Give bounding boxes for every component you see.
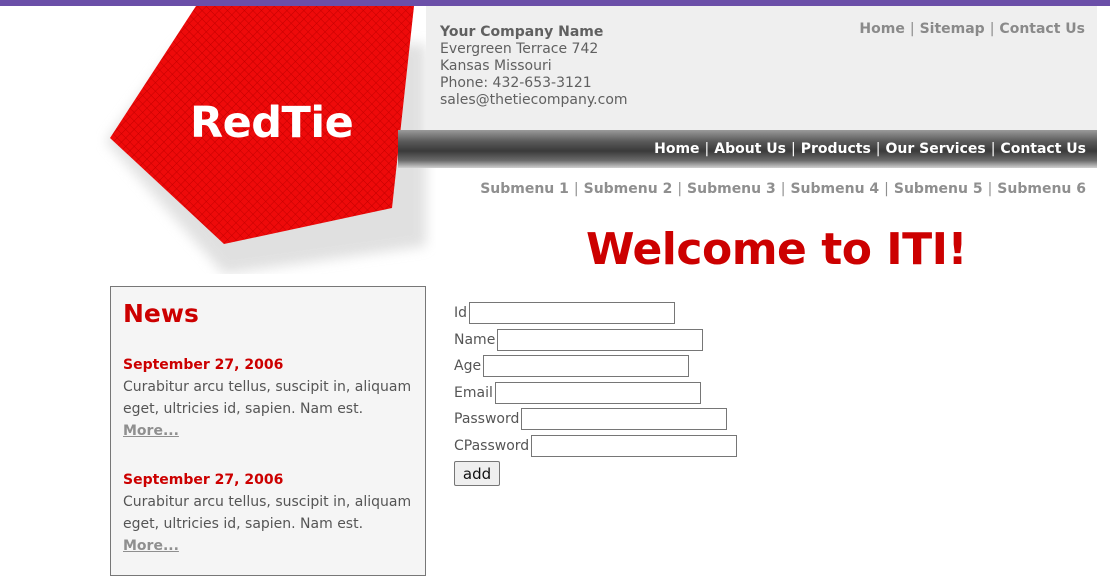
form-row-age: Age (454, 353, 737, 380)
top-link-home[interactable]: Home (859, 21, 904, 37)
news-date: September 27, 2006 (123, 472, 284, 488)
main-nav: Home | About Us | Products | Our Services | Cont… (654, 141, 1086, 157)
company-address-line2: Kansas Missouri (440, 58, 552, 74)
company-address-line1: Evergreen Terrace 742 (440, 41, 599, 57)
form-row-email: Email (454, 380, 737, 407)
nav-about-us[interactable]: About Us (714, 141, 786, 157)
company-info: Your Company Name Evergreen Terrace 742 … (440, 24, 628, 109)
nav-our-services[interactable]: Our Services (886, 141, 986, 157)
company-name: Your Company Name (440, 24, 604, 40)
age-label: Age (454, 358, 482, 375)
top-link-contact-us[interactable]: Contact Us (999, 21, 1085, 37)
news-box: News September 27, 2006 Curabitur arcu t… (110, 286, 426, 576)
form-row-password: Password (454, 406, 737, 433)
password-label: Password (454, 411, 520, 428)
id-field[interactable] (469, 302, 676, 325)
email-field[interactable] (494, 381, 701, 404)
news-date: September 27, 2006 (123, 357, 284, 373)
news-item: September 27, 2006 Curabitur arcu tellus… (123, 470, 421, 557)
submenu-item-3[interactable]: Submenu 3 (687, 181, 776, 197)
id-label: Id (454, 305, 468, 322)
age-field[interactable] (483, 355, 690, 378)
separator: | (990, 141, 996, 157)
submenu: Submenu 1 | Submenu 2 | Submenu 3 | Submenu 4 |… (480, 181, 1086, 197)
top-links: Home | Sitemap | Contact Us (859, 21, 1085, 37)
news-more-link[interactable]: More... (123, 535, 421, 557)
nav-contact-us[interactable]: Contact Us (1000, 141, 1086, 157)
registration-form: Id Name Age Email Password CPassword add (454, 300, 738, 486)
submenu-item-1[interactable]: Submenu 1 (480, 181, 569, 197)
form-row-name: Name (454, 327, 737, 354)
news-item: September 27, 2006 Curabitur arcu tellus… (123, 355, 421, 442)
form-row-id: Id (454, 300, 737, 327)
submenu-item-5[interactable]: Submenu 5 (894, 181, 983, 197)
nav-products[interactable]: Products (801, 141, 871, 157)
separator: | (884, 181, 889, 197)
name-label: Name (454, 331, 496, 348)
news-title: News (123, 299, 199, 328)
news-more-link[interactable]: More... (123, 420, 421, 442)
confirm-password-field[interactable] (531, 434, 738, 457)
separator: | (987, 181, 993, 197)
separator: | (573, 181, 579, 197)
password-field[interactable] (521, 408, 728, 431)
form-row-cpassword: CPassword (454, 433, 738, 460)
email-label: Email (454, 384, 493, 401)
news-body: Curabitur arcu tellus, suscipit in, aliq… (123, 494, 412, 532)
news-body: Curabitur arcu tellus, suscipit in, aliq… (123, 379, 412, 417)
name-field[interactable] (497, 328, 704, 351)
company-phone: Phone: 432-653-3121 (440, 75, 592, 91)
separator: | (780, 181, 786, 197)
submenu-item-6[interactable]: Submenu 6 (997, 181, 1086, 197)
separator: | (875, 141, 881, 157)
submenu-item-4[interactable]: Submenu 4 (790, 181, 879, 197)
separator: | (909, 21, 915, 37)
page-title: Welcome to ITI! (586, 224, 968, 275)
separator: | (704, 141, 710, 157)
logo[interactable]: RedTie (96, 6, 436, 274)
add-button[interactable]: add (454, 461, 500, 486)
confirm-password-label: CPassword (454, 437, 530, 454)
logo-text: RedTie (190, 98, 354, 148)
separator: | (790, 141, 796, 157)
company-email: sales@thetiecompany.com (440, 92, 628, 108)
nav-home[interactable]: Home (654, 141, 699, 157)
separator: | (989, 21, 995, 37)
submenu-item-2[interactable]: Submenu 2 (584, 181, 673, 197)
top-link-sitemap[interactable]: Sitemap (920, 21, 985, 37)
separator: | (677, 181, 683, 197)
